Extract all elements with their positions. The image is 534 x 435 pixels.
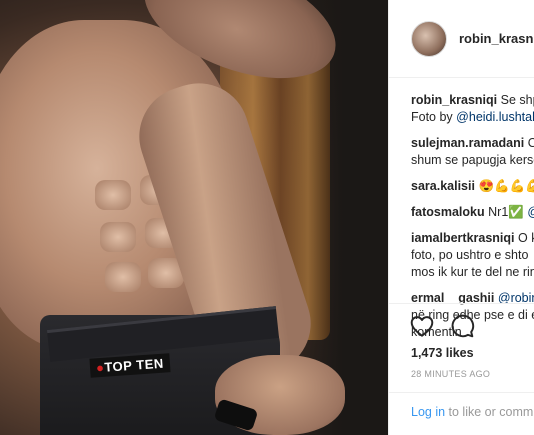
comment-item: fatosmaloku Nr1✅ @ [411,204,534,221]
comment-item: sara.kalisii 😍💪💪💪 [411,178,534,195]
comment-text-line: mos ik kur te del ne rin [411,265,534,279]
post-username[interactable]: robin_krasniq [459,31,534,46]
comment-text-line: foto, po ushtro e shto [411,248,529,262]
comment-text: Oc [528,136,534,150]
comment-item: iamalbertkrasniqi O k foto, po ushtro e … [411,230,534,281]
comment-text-line: shum se papugja kerse [411,153,534,167]
comment-username[interactable]: sara.kalisii [411,179,475,193]
comment-username[interactable]: iamalbertkrasniqi [411,231,515,245]
mention-link[interactable]: @heidi.lushtal [456,110,534,124]
photo-ab-muscle [105,262,141,292]
mention-link[interactable]: @ [527,205,534,219]
comment-bubble-icon[interactable] [449,313,475,339]
section-divider [389,303,534,304]
comment-item: sulejman.ramadani Oc shum se papugja ker… [411,135,534,169]
post-side-panel: robin_krasniq robin_krasniqi Se shpo Fot… [388,0,534,435]
heart-icon[interactable] [409,313,435,339]
post-timestamp[interactable]: 28 MINUTES AGO [411,369,490,379]
comment-text: 😍💪💪💪 [478,179,534,193]
post-photo[interactable]: ●TOP TEN [0,0,388,435]
likes-count[interactable]: 1,473 likes [411,346,474,360]
avatar[interactable] [411,20,447,57]
post-actions [409,313,475,339]
photo-ab-muscle [100,222,136,252]
comment-username[interactable]: robin_krasniqi [411,93,497,107]
comments-list: robin_krasniqi Se shpo Foto by @heidi.lu… [389,78,534,341]
comment-username[interactable]: fatosmaloku [411,205,485,219]
login-prompt-text: to like or comm [445,405,534,419]
comment-username[interactable]: sulejman.ramadani [411,136,524,150]
comment-text: O k [518,231,534,245]
post-header: robin_krasniq [389,0,534,78]
comment-item: robin_krasniqi Se shpo Foto by @heidi.lu… [411,92,534,126]
photo-ab-muscle [95,180,131,210]
comment-text: Se shpo [500,93,534,107]
login-link[interactable]: Log in [411,405,445,419]
login-prompt: Log in to like or comm [389,392,534,419]
comment-text-line: Foto by @heidi.lushtal [411,110,534,124]
comment-text: Nr1✅ [488,205,524,219]
